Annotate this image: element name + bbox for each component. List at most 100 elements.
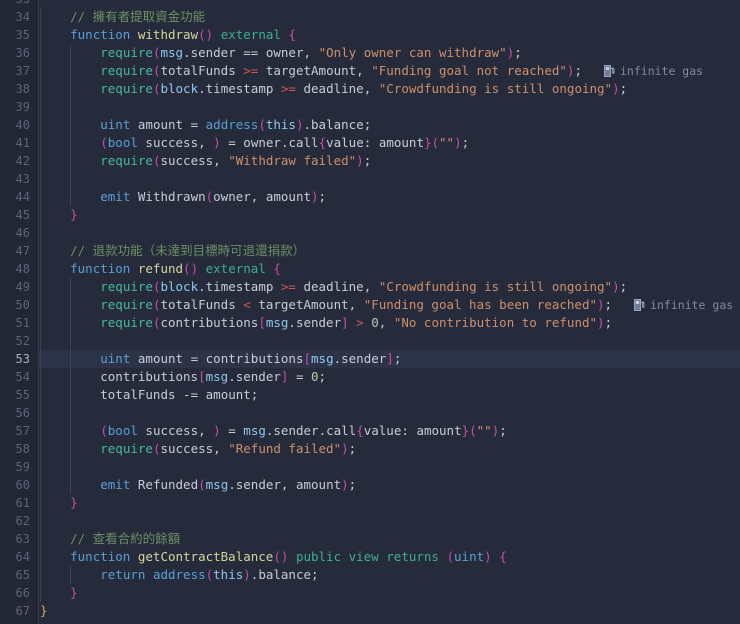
- code-line[interactable]: 66 }: [0, 584, 740, 602]
- line-number: 33: [0, 0, 30, 8]
- code-text: require(block.timestamp >= deadline, "Cr…: [100, 81, 628, 96]
- line-number: 58: [15, 442, 30, 456]
- code-line[interactable]: 52: [0, 332, 740, 350]
- code-text: }: [70, 585, 78, 600]
- code-text: // 退款功能（未達到目標時可退還捐款）: [70, 243, 306, 258]
- line-number: 49: [15, 280, 30, 294]
- code-line[interactable]: 46: [0, 224, 740, 242]
- indent-guide: [70, 170, 72, 188]
- code-line[interactable]: 36 require(msg.sender == owner, "Only ow…: [0, 44, 740, 62]
- line-number: 52: [15, 334, 30, 348]
- code-line[interactable]: 58 require(success, "Refund failed");: [0, 440, 740, 458]
- indent-guide: [40, 404, 41, 422]
- indent-guide: [70, 98, 72, 116]
- code-line[interactable]: 48 function refund() external {: [0, 260, 740, 278]
- code-line[interactable]: 45 }: [0, 206, 740, 224]
- code-text: function withdraw() external {: [70, 27, 296, 42]
- code-line[interactable]: 41 (bool success, ) = owner.call{value: …: [0, 134, 740, 152]
- line-number: 45: [15, 208, 30, 222]
- code-line[interactable]: 54 contributions[msg.sender] = 0;: [0, 368, 740, 386]
- line-number: 56: [15, 406, 30, 420]
- code-line[interactable]: 34 // 擁有者提取資金功能: [0, 8, 740, 26]
- code-line[interactable]: 39: [0, 98, 740, 116]
- line-number: 54: [15, 370, 30, 384]
- code-line[interactable]: 64 function getContractBalance() public …: [0, 548, 740, 566]
- indent-guide: [40, 332, 41, 350]
- code-text: totalFunds -= amount;: [100, 387, 259, 402]
- line-number: 57: [15, 424, 30, 438]
- code-line[interactable]: 55 totalFunds -= amount;: [0, 386, 740, 404]
- code-line[interactable]: 35 function withdraw() external {: [0, 26, 740, 44]
- code-text: require(contributions[msg.sender] > 0, "…: [100, 315, 613, 330]
- line-number: 68: [0, 620, 30, 624]
- line-number: 41: [15, 136, 30, 150]
- indent-guide: [70, 458, 72, 476]
- code-line[interactable]: 50 require(totalFunds < targetAmount, "F…: [0, 296, 740, 314]
- gutter-divider: [38, 0, 39, 624]
- code-text: emit Refunded(msg.sender, amount);: [100, 477, 357, 492]
- code-text: // 查看合約的餘額: [70, 531, 181, 546]
- line-number: 60: [15, 478, 30, 492]
- code-line[interactable]: 57 (bool success, ) = msg.sender.call{va…: [0, 422, 740, 440]
- code-line[interactable]: 40 uint amount = address(this).balance;: [0, 116, 740, 134]
- code-text: (bool success, ) = msg.sender.call{value…: [100, 423, 507, 438]
- code-text: require(success, "Refund failed");: [100, 441, 357, 456]
- code-line[interactable]: 60 emit Refunded(msg.sender, amount);: [0, 476, 740, 494]
- indent-guide: [70, 332, 72, 350]
- line-number: 36: [15, 46, 30, 60]
- code-text: contributions[msg.sender] = 0;: [100, 369, 327, 384]
- code-text: require(totalFunds < targetAmount, "Fund…: [100, 297, 613, 312]
- line-number: 59: [15, 460, 30, 474]
- code-line[interactable]: 68: [0, 620, 740, 624]
- gas-annotation-label: infinite gas: [620, 64, 704, 78]
- code-text: }: [70, 495, 78, 510]
- gas-annotation: infinite gas: [634, 296, 733, 314]
- code-line[interactable]: 62: [0, 512, 740, 530]
- line-number: 48: [15, 262, 30, 276]
- indent-guide: [40, 98, 41, 116]
- line-number: 42: [15, 154, 30, 168]
- code-line[interactable]: 63 // 查看合約的餘額: [0, 530, 740, 548]
- code-line[interactable]: 59: [0, 458, 740, 476]
- line-number: 51: [15, 316, 30, 330]
- code-line[interactable]: 67}: [0, 602, 740, 620]
- code-editor[interactable]: 3334 // 擁有者提取資金功能35 function withdraw() …: [0, 0, 740, 624]
- line-number: 55: [15, 388, 30, 402]
- code-line[interactable]: 65 return address(this).balance;: [0, 566, 740, 584]
- code-line[interactable]: 43: [0, 170, 740, 188]
- code-line[interactable]: 33: [0, 0, 740, 8]
- code-text: }: [70, 207, 78, 222]
- code-line[interactable]: 47 // 退款功能（未達到目標時可退還捐款）: [0, 242, 740, 260]
- line-number: 53: [15, 352, 30, 366]
- line-number: 39: [15, 100, 30, 114]
- line-number: 64: [15, 550, 30, 564]
- line-number: 65: [15, 568, 30, 582]
- code-text: return address(this).balance;: [100, 567, 319, 582]
- line-number: 37: [15, 64, 30, 78]
- code-line[interactable]: 53 uint amount = contributions[msg.sende…: [0, 350, 740, 368]
- indent-guide: [40, 512, 41, 530]
- code-text: }: [40, 603, 48, 618]
- indent-guide: [40, 224, 41, 242]
- line-number: 67: [15, 604, 30, 618]
- code-line[interactable]: 42 require(success, "Withdraw failed");: [0, 152, 740, 170]
- line-number: 35: [15, 28, 30, 42]
- line-number: 63: [15, 532, 30, 546]
- line-number: 38: [15, 82, 30, 96]
- code-line[interactable]: 51 require(contributions[msg.sender] > 0…: [0, 314, 740, 332]
- code-text: emit Withdrawn(owner, amount);: [100, 189, 327, 204]
- code-line[interactable]: 61 }: [0, 494, 740, 512]
- line-number: 47: [15, 244, 30, 258]
- code-text: require(success, "Withdraw failed");: [100, 153, 372, 168]
- line-number: 46: [15, 226, 30, 240]
- code-line[interactable]: 56: [0, 404, 740, 422]
- code-text: uint amount = contributions[msg.sender];: [100, 351, 402, 366]
- code-line[interactable]: 38 require(block.timestamp >= deadline, …: [0, 80, 740, 98]
- code-line[interactable]: 44 emit Withdrawn(owner, amount);: [0, 188, 740, 206]
- code-text: require(block.timestamp >= deadline, "Cr…: [100, 279, 628, 294]
- code-line[interactable]: 37 require(totalFunds >= targetAmount, "…: [0, 62, 740, 80]
- code-line[interactable]: 49 require(block.timestamp >= deadline, …: [0, 278, 740, 296]
- code-text: function refund() external {: [70, 261, 281, 276]
- line-number: 44: [15, 190, 30, 204]
- indent-guide: [40, 458, 41, 476]
